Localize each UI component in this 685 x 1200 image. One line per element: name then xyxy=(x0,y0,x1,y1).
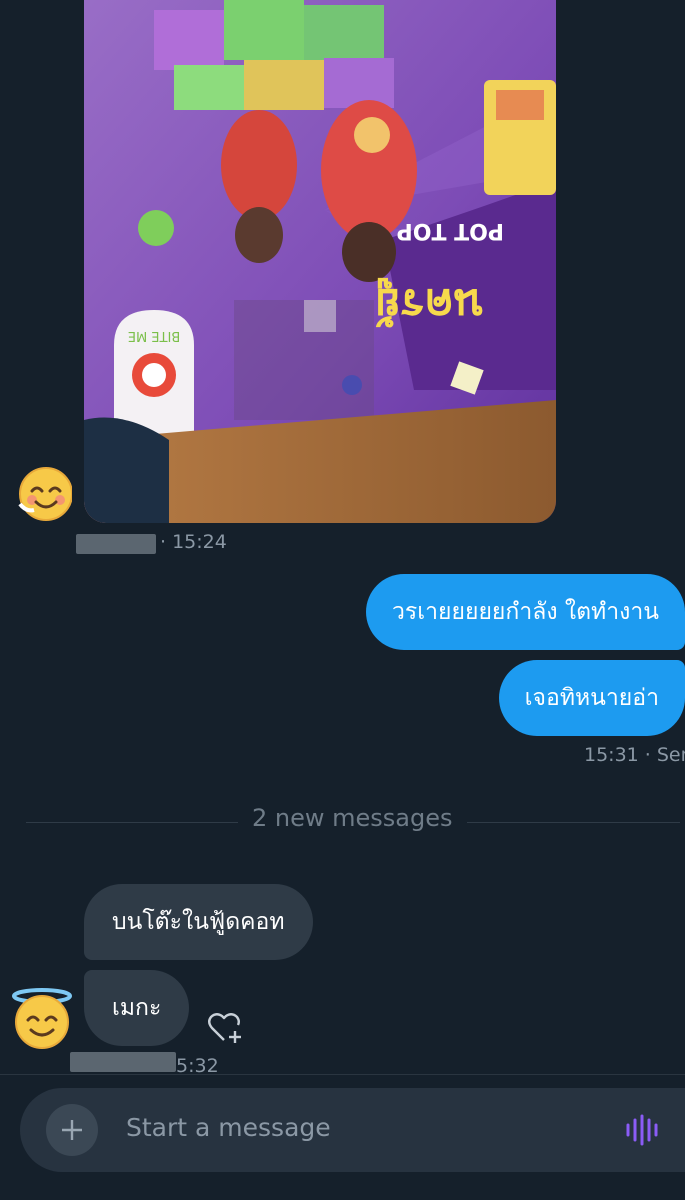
redacted-name xyxy=(70,1052,176,1072)
sent-message[interactable]: เจอทิหนายอ่า xyxy=(498,660,685,736)
sent-status: 15:31 · Sent xyxy=(584,744,685,766)
composer-divider xyxy=(0,1074,685,1075)
message-time: · 15:24 xyxy=(160,531,227,553)
message-text: บนโต๊ะในฟู้ดคอท xyxy=(112,909,285,935)
plus-icon[interactable] xyxy=(46,1104,98,1156)
heart-plus-icon[interactable] xyxy=(207,1011,243,1045)
message-text: เจอทิหนายอ่า xyxy=(524,685,659,711)
smiling-face-icon[interactable] xyxy=(16,466,72,522)
message-input[interactable]: Start a message xyxy=(126,1113,331,1142)
halo-face-icon[interactable] xyxy=(11,988,73,1050)
poster-title: นครยู้ xyxy=(375,278,484,330)
message-text: เมกะ xyxy=(112,995,162,1021)
received-message[interactable]: เมกะ xyxy=(84,970,190,1046)
message-composer[interactable] xyxy=(20,1088,685,1172)
message-text: วรเายยยยยกำลัง ใตทำงาน xyxy=(391,599,659,625)
poster-badge-text: BITE ME xyxy=(128,328,180,343)
sent-message[interactable]: วรเายยยยยกำลัง ใตทำงาน xyxy=(365,574,685,650)
received-message[interactable]: บนโต๊ะในฟู้ดคอท xyxy=(84,884,313,960)
new-messages-divider: 2 new messages xyxy=(238,804,467,832)
voice-wave-icon[interactable] xyxy=(624,1112,660,1148)
poster-tagline: POT TOP xyxy=(397,218,504,243)
received-image[interactable]: นครยู้ POT TOP BITE ME xyxy=(84,0,556,523)
redacted-name xyxy=(76,534,156,554)
